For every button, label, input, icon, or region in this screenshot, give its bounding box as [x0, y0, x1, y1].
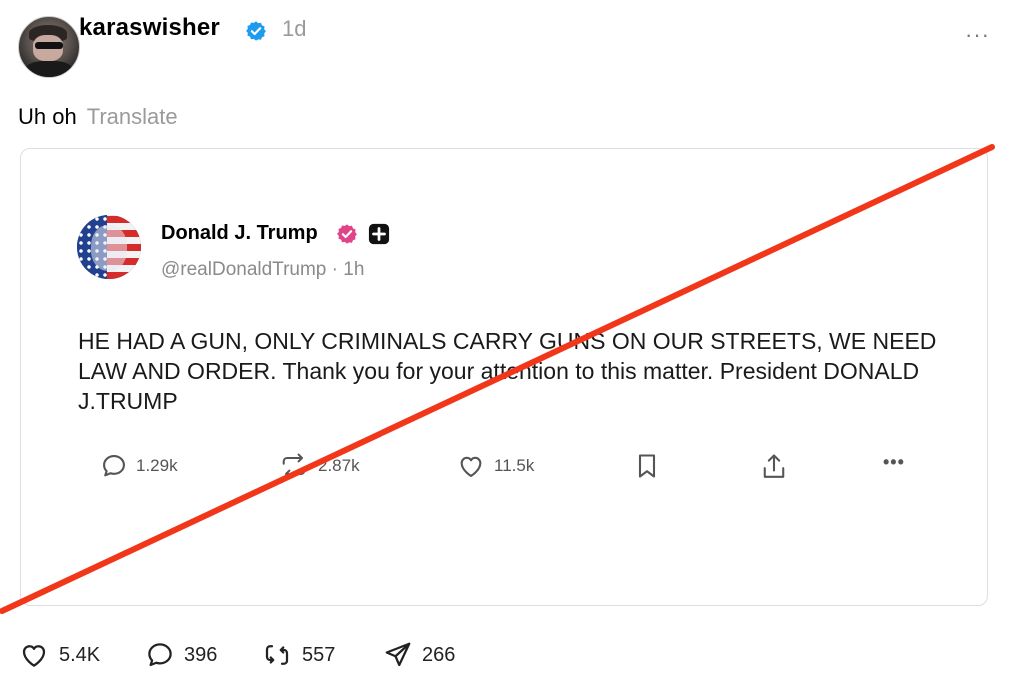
- avatar-sunglasses: [35, 42, 63, 49]
- share-upload-icon: [763, 454, 785, 478]
- repost-button[interactable]: 557: [261, 640, 335, 670]
- embedded-more-dots: •••: [883, 452, 905, 472]
- more-options-button[interactable]: ···: [965, 22, 990, 48]
- embedded-bookmark-action: [635, 452, 659, 480]
- embedded-retruth-action: 2.87k: [278, 452, 360, 480]
- embedded-share-action: [760, 452, 788, 482]
- embedded-reply-count: 1.29k: [136, 456, 178, 475]
- plus-badge-icon: [368, 223, 390, 245]
- send-paper-plane-icon: [385, 642, 411, 667]
- reply-button[interactable]: 396: [145, 640, 217, 670]
- post-caption: Uh oh Translate: [18, 104, 178, 130]
- repost-count: 557: [302, 643, 336, 666]
- embedded-author-avatar: [77, 215, 141, 279]
- embedded-more-action: •••: [883, 452, 905, 473]
- reply-count: 396: [184, 643, 218, 666]
- embedded-like-action: 11.5k: [456, 452, 534, 480]
- embedded-post-body: HE HAD A GUN, ONLY CRIMINALS CARRY GUNS …: [78, 328, 937, 414]
- embedded-reply-action: 1.29k: [100, 452, 178, 480]
- post-action-bar: 5.4K 396 557 266: [18, 640, 618, 674]
- retruth-icon: [282, 453, 306, 479]
- author-avatar[interactable]: [18, 16, 80, 78]
- like-count: 5.4K: [59, 643, 101, 666]
- repost-icon: [265, 645, 289, 665]
- author-username[interactable]: karaswisher: [79, 14, 220, 42]
- embedded-author-name: Donald J. Trump: [161, 222, 318, 244]
- like-button[interactable]: 5.4K: [18, 640, 100, 670]
- caption-text: Uh oh: [18, 104, 77, 129]
- post-age: 1d: [282, 16, 307, 41]
- pink-verified-badge-icon: [337, 224, 357, 244]
- heart-icon: [460, 456, 482, 477]
- embedded-handle-time: @realDonaldTrump · 1h: [161, 259, 365, 280]
- share-button[interactable]: 266: [383, 640, 455, 670]
- avatar-shirt: [25, 61, 73, 77]
- embedded-like-count: 11.5k: [494, 456, 535, 475]
- heart-icon: [22, 645, 46, 667]
- bookmark-icon: [638, 454, 656, 478]
- verified-badge-icon: [246, 21, 266, 41]
- embedded-retruth-count: 2.87k: [318, 456, 360, 475]
- embedded-action-bar: 1.29k 2.87k 11.5k •••: [100, 452, 930, 482]
- reply-bubble-icon: [148, 643, 172, 667]
- share-count: 266: [422, 643, 456, 666]
- avatar-face-overlay: [91, 225, 127, 271]
- translate-link[interactable]: Translate: [87, 104, 178, 129]
- reply-bubble-icon: [103, 455, 125, 477]
